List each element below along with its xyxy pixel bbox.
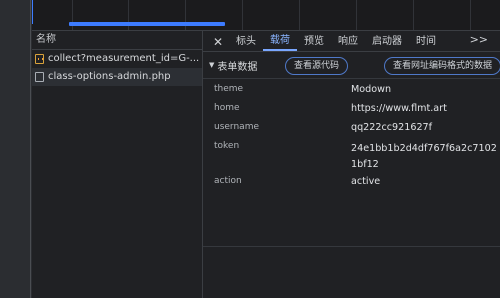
network-timeline[interactable] — [32, 0, 500, 31]
timeline-grid-line — [413, 0, 414, 30]
timeline-grid-line — [356, 0, 357, 30]
request-list-panel: 名称 collect?measurement_id=G-... class-op… — [32, 31, 203, 298]
form-data-label: 表单数据 — [217, 61, 258, 73]
tab-payload[interactable]: 载荷 — [263, 33, 297, 51]
param-value: qq222cc921627f — [351, 122, 433, 133]
js-file-icon — [35, 54, 44, 64]
params-divider — [203, 246, 500, 247]
form-data-toggle[interactable]: ▼ 表单数据 — [209, 58, 257, 73]
param-value: https://www.flmt.art — [351, 103, 447, 114]
request-name: class-options-admin.php — [48, 71, 171, 82]
param-key: action — [214, 176, 242, 186]
php-file-icon — [35, 72, 44, 82]
param-value: Modown — [351, 84, 392, 95]
param-key: home — [214, 103, 240, 113]
payload-toolbar: ▼ 表单数据 查看源代码 查看网址编码格式的数据 — [203, 52, 500, 79]
tab-headers[interactable]: 标头 — [229, 33, 263, 51]
request-row[interactable]: collect?measurement_id=G-... — [32, 50, 202, 68]
request-detail-panel: ✕ 标头 载荷 预览 响应 启动器 时间 >> ▼ 表单数据 查看源代码 查看网… — [203, 31, 500, 298]
timeline-grid-line — [242, 0, 243, 30]
form-data-table: theme Modown home https://www.flmt.art u… — [203, 79, 500, 247]
param-key: theme — [214, 84, 244, 94]
view-source-button[interactable]: 查看源代码 — [285, 57, 349, 75]
timeline-grid-line — [299, 0, 300, 30]
timeline-grid-line — [470, 0, 471, 30]
tab-preview[interactable]: 预览 — [297, 33, 331, 51]
panel-divider — [30, 0, 31, 298]
detail-tabbar: ✕ 标头 载荷 预览 响应 启动器 时间 >> — [203, 31, 500, 52]
more-tabs-icon[interactable]: >> — [470, 31, 488, 49]
param-value: 24e1bb1b2d4df767f6a2c71021bf12 — [351, 143, 497, 170]
timeline-cursor — [32, 0, 33, 24]
tab-timing[interactable]: 时间 — [409, 33, 443, 51]
tab-initiator[interactable]: 启动器 — [365, 33, 409, 51]
param-key: username — [214, 122, 259, 132]
request-name: collect?measurement_id=G-... — [48, 53, 200, 64]
close-icon[interactable]: ✕ — [211, 33, 225, 51]
caret-down-icon: ▼ — [209, 61, 215, 69]
param-value: active — [351, 176, 381, 187]
tab-response[interactable]: 响应 — [331, 33, 365, 51]
param-key: token — [214, 141, 240, 151]
left-strip — [0, 0, 33, 298]
view-url-encoded-button[interactable]: 查看网址编码格式的数据 — [384, 57, 500, 75]
request-row-selected[interactable]: class-options-admin.php — [32, 68, 202, 86]
timeline-progress-bar — [69, 22, 225, 26]
name-column-header[interactable]: 名称 — [32, 31, 202, 50]
